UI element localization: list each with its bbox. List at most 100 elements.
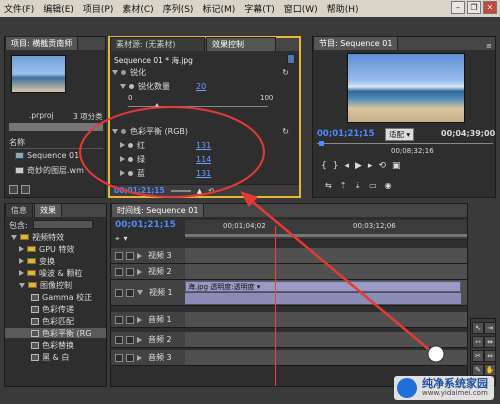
snap-icon[interactable]: ⌖: [115, 234, 120, 244]
fx-color-match[interactable]: 色彩匹配: [5, 316, 106, 326]
expand-triangle-icon[interactable]: [112, 69, 118, 75]
timeline-ruler[interactable]: 00;01;04;02 00;03;12;06: [185, 220, 467, 240]
lock-icon[interactable]: [126, 353, 134, 362]
green-value[interactable]: 114: [196, 155, 211, 164]
expand-icon[interactable]: [287, 54, 295, 64]
menu-title[interactable]: 字幕(T): [244, 2, 275, 15]
step-forward-icon[interactable]: ▸: [368, 161, 373, 171]
expand-triangle-icon[interactable]: [137, 252, 142, 259]
lift-icon[interactable]: ⇡: [340, 181, 347, 190]
project-item-media[interactable]: 奇妙的图层.wm: [15, 165, 105, 176]
expand-triangle-icon[interactable]: [137, 268, 142, 275]
panel-menu-icon[interactable]: ≡: [486, 42, 492, 50]
effects-search-input[interactable]: [33, 220, 93, 229]
marker-icon[interactable]: ▾: [124, 234, 128, 244]
slip-tool-icon[interactable]: ⇔: [484, 350, 496, 362]
ripple-edit-tool-icon[interactable]: ⇿: [472, 336, 484, 348]
effect-timecode[interactable]: 00;01;21;15: [114, 186, 165, 195]
close-icon[interactable]: ✕: [483, 1, 497, 14]
video-clip[interactable]: 海.jpg 透明度:透明度 ▾: [185, 281, 461, 292]
color-balance-group-row[interactable]: 色彩平衡 (RGB) ↻: [112, 125, 289, 137]
sharpen-group-row[interactable]: 锐化 ↻: [112, 66, 289, 78]
fx-color-balance[interactable]: 色彩平衡 (RG: [5, 328, 106, 338]
loop-icon[interactable]: ⟲: [378, 161, 386, 171]
program-playhead[interactable]: [319, 141, 324, 146]
sharpen-slider-track[interactable]: [128, 106, 268, 107]
menu-marker[interactable]: 标记(M): [202, 2, 235, 15]
timeline-timecode[interactable]: 00;01;21;15: [115, 220, 176, 230]
fx-folder-gpu[interactable]: GPU 特效: [5, 244, 106, 254]
restore-icon[interactable]: ❐: [467, 1, 481, 14]
fx-folder-video-effects[interactable]: 视频特效: [5, 232, 106, 242]
project-item-sequence[interactable]: Sequence 01: [15, 151, 79, 160]
program-ruler[interactable]: [317, 143, 493, 144]
lock-icon[interactable]: [126, 335, 134, 344]
fx-folder-noise[interactable]: 噪波 & 颗粒: [5, 268, 106, 278]
play-icon[interactable]: ▶: [355, 161, 362, 171]
program-timecode-current[interactable]: 00;01;21;15: [317, 129, 375, 139]
reset-icon[interactable]: ↻: [282, 68, 289, 77]
list-view-icon[interactable]: [9, 185, 18, 194]
lock-icon[interactable]: [126, 315, 134, 324]
expand-triangle-icon[interactable]: [120, 83, 126, 89]
blue-value[interactable]: 131: [196, 169, 211, 178]
lock-icon[interactable]: [126, 267, 134, 276]
mountain-icon[interactable]: ▲: [197, 187, 202, 195]
fx-black-white[interactable]: 黑 & 白: [5, 352, 106, 362]
fx-folder-image-control[interactable]: 图像控制: [5, 280, 106, 290]
expand-triangle-icon[interactable]: [137, 290, 143, 295]
work-area-bar[interactable]: [185, 234, 467, 237]
eye-icon[interactable]: [115, 251, 123, 260]
pen-tool-icon[interactable]: ✎: [472, 364, 484, 376]
lock-icon[interactable]: [126, 251, 134, 260]
minimize-icon[interactable]: –: [451, 1, 465, 14]
sharpen-slider-thumb[interactable]: [154, 103, 160, 108]
tab-effect-controls[interactable]: 效果控制: [206, 37, 276, 51]
icon-view-icon[interactable]: [21, 185, 30, 194]
speaker-icon[interactable]: [115, 353, 123, 362]
set-out-icon[interactable]: }: [333, 161, 339, 171]
menu-help[interactable]: 帮助(H): [327, 2, 359, 15]
opacity-keyframe-lane[interactable]: [185, 293, 461, 304]
menu-project[interactable]: 项目(P): [83, 2, 113, 15]
stopwatch-icon[interactable]: [128, 170, 133, 176]
selection-tool-icon[interactable]: ↖: [472, 322, 484, 334]
fx-folder-transform[interactable]: 变换: [5, 256, 106, 266]
eye-icon[interactable]: [115, 288, 123, 297]
speaker-icon[interactable]: [115, 335, 123, 344]
tab-source[interactable]: 素材源: (无素材): [110, 37, 205, 51]
expand-triangle-icon[interactable]: [137, 316, 142, 323]
expand-triangle-icon[interactable]: [137, 336, 142, 343]
fx-color-replace[interactable]: 色彩替换: [5, 340, 106, 350]
export-frame-icon[interactable]: ◉: [385, 181, 392, 190]
stopwatch-icon[interactable]: [128, 142, 133, 148]
zoom-slider-icon[interactable]: [170, 189, 191, 192]
menu-clip[interactable]: 素材(C): [122, 2, 153, 15]
safe-margins-icon[interactable]: ▣: [392, 161, 401, 171]
fx-gamma[interactable]: Gamma 校正: [5, 292, 106, 302]
eye-icon[interactable]: [115, 267, 123, 276]
reset-icon[interactable]: ↻: [282, 127, 289, 136]
expand-triangle-icon[interactable]: [137, 354, 142, 361]
expand-triangle-icon[interactable]: [120, 156, 125, 162]
shuttle-icon[interactable]: ⇆: [325, 181, 332, 190]
razor-tool-icon[interactable]: ✂: [472, 350, 484, 362]
rolling-edit-tool-icon[interactable]: ⇹: [484, 336, 496, 348]
set-in-icon[interactable]: {: [321, 161, 327, 171]
tab-project[interactable]: 项目: 横截贡南师: [5, 36, 79, 50]
sharpen-amount-value[interactable]: 20: [196, 82, 206, 91]
trim-icon[interactable]: ▭: [369, 181, 377, 190]
menu-edit[interactable]: 编辑(E): [43, 2, 74, 15]
track-select-tool-icon[interactable]: ⇥: [484, 322, 496, 334]
tab-effects[interactable]: 效果: [34, 203, 62, 217]
lock-icon[interactable]: [126, 288, 134, 297]
name-column-header[interactable]: 名称: [9, 137, 103, 149]
menu-sequence[interactable]: 序列(S): [163, 2, 194, 15]
menu-file[interactable]: 文件(F): [4, 2, 34, 15]
stopwatch-icon[interactable]: [128, 156, 133, 162]
expand-triangle-icon[interactable]: [120, 170, 125, 176]
red-value[interactable]: 131: [196, 141, 211, 150]
loop-icon[interactable]: ⟲: [208, 187, 214, 195]
tab-program[interactable]: 节目: Sequence 01: [313, 36, 399, 50]
menu-window[interactable]: 窗口(W): [284, 2, 318, 15]
